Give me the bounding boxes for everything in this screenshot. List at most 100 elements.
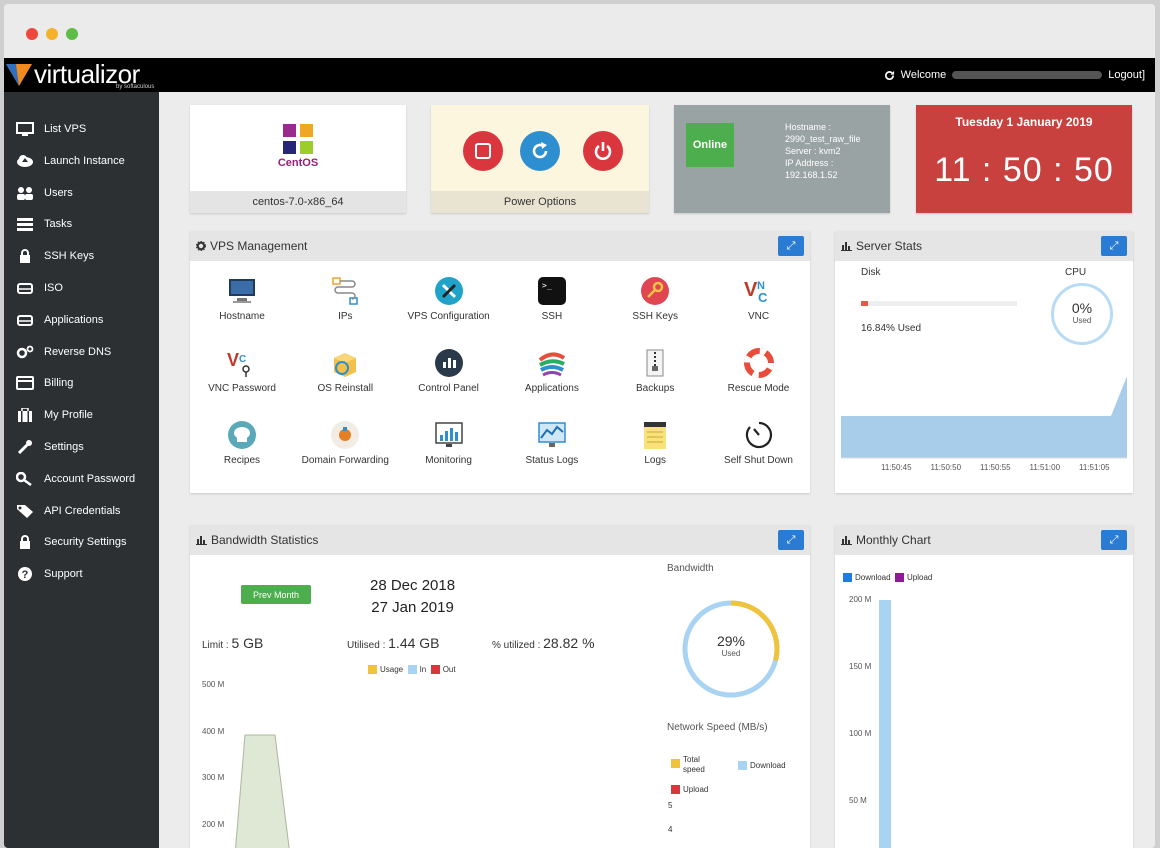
os-name: centos-7.0-x86_64	[190, 191, 406, 213]
logout-link[interactable]: Logout]	[1108, 69, 1145, 81]
vps-item-rescue-mode[interactable]: Rescue Mode	[707, 347, 811, 394]
vps-item-os-reinstall[interactable]: OS Reinstall	[293, 347, 397, 394]
expand-button[interactable]: ⤢	[1101, 236, 1127, 256]
question-icon: ?	[14, 566, 36, 582]
clock-time: 11 : 50 : 50	[934, 151, 1114, 189]
vps-item-label: VNC Password	[208, 383, 276, 394]
monitor-icon	[226, 275, 258, 307]
refresh-icon[interactable]	[884, 70, 895, 81]
sidebar-item-billing[interactable]: Billing	[14, 372, 73, 394]
vps-item-ips[interactable]: IPs	[293, 275, 397, 322]
ring-value: 29%	[716, 633, 746, 649]
monthly-chart-header: Monthly Chart	[835, 525, 1133, 555]
sidebar-item-label: API Credentials	[44, 504, 121, 517]
y-tick: 200 M	[849, 595, 872, 604]
y-tick: 150 M	[849, 662, 872, 671]
sidebar-item-label: Launch Instance	[44, 154, 125, 167]
stop-button[interactable]	[463, 131, 503, 171]
maximize-dot-icon[interactable]	[66, 28, 78, 40]
vps-item-label: Logs	[644, 455, 667, 466]
bar-chart-icon	[841, 242, 852, 251]
minimize-dot-icon[interactable]	[46, 28, 58, 40]
time-tick: 11:50:55	[980, 463, 1011, 472]
vps-item-applications[interactable]: Applications	[500, 347, 604, 394]
sidebar-item-users[interactable]: Users	[14, 182, 73, 204]
vps-item-recipes[interactable]: Recipes	[190, 419, 294, 466]
server-stats-title: Server Stats	[856, 239, 923, 253]
lock-icon	[14, 534, 36, 550]
vps-item-domain-forwarding[interactable]: Domain Forwarding	[293, 419, 397, 466]
server-info-line: IP Address :	[785, 158, 834, 168]
sidebar-item-settings[interactable]: Settings	[14, 436, 84, 458]
vps-item-hostname[interactable]: Hostname	[190, 275, 294, 322]
sidebar-item-account-password[interactable]: Account Password	[14, 468, 135, 490]
sidebar-item-applications[interactable]: Applications	[14, 309, 103, 331]
y-tick: 100 M	[849, 729, 872, 738]
vps-item-logs[interactable]: Logs	[603, 419, 707, 466]
sidebar-item-reverse-dns[interactable]: Reverse DNS	[14, 341, 111, 363]
bar-chart-icon	[196, 536, 207, 545]
vps-item-label: Monitoring	[425, 455, 472, 466]
y-tick: 50 M	[849, 796, 867, 805]
zip-icon	[639, 347, 671, 379]
cpu-ring: 0% Used	[1051, 283, 1113, 345]
notepad-icon	[639, 419, 671, 451]
vps-item-monitoring[interactable]: Monitoring	[397, 419, 501, 466]
vps-item-control-panel[interactable]: Control Panel	[397, 347, 501, 394]
expand-button[interactable]: ⤢	[1101, 530, 1127, 550]
vps-item-ssh[interactable]: >_ SSH	[500, 275, 604, 322]
vps-item-label: Rescue Mode	[727, 383, 790, 394]
bandwidth-panel: Bandwidth Statistics ⤢ Prev Month 28 Dec…	[190, 525, 810, 848]
top-bar: virtualizor by softaculous Welcome Logou…	[4, 58, 1155, 92]
vps-item-status-logs[interactable]: Status Logs	[500, 419, 604, 466]
disk-icon	[14, 312, 36, 328]
monthly-download-bar	[879, 600, 891, 848]
status-card: Online Hostname : 2990_test_raw_file Serve…	[674, 105, 890, 213]
bandwidth-header: Bandwidth Statistics	[190, 525, 810, 555]
clock-card: Tuesday 1 January 2019 11 : 50 : 50	[916, 105, 1132, 213]
restart-button[interactable]	[520, 131, 560, 171]
sidebar-item-my-profile[interactable]: My Profile	[14, 404, 93, 426]
time-tick: 11:51:00	[1029, 463, 1061, 472]
vps-item-label: Status Logs	[525, 455, 579, 466]
sidebar-item-security-settings[interactable]: Security Settings	[14, 531, 127, 553]
vps-item-backups[interactable]: Backups	[603, 347, 707, 394]
vps-item-vnc-password[interactable]: V C VNC Password	[190, 347, 294, 394]
tasks-icon	[14, 216, 36, 232]
time-tick: 11:50:50	[930, 463, 962, 472]
sidebar-item-label: My Profile	[44, 409, 93, 422]
sidebar-item-tasks[interactable]: Tasks	[14, 213, 72, 235]
card-icon	[14, 375, 36, 391]
sidebar-item-support[interactable]: ? Support	[14, 563, 83, 585]
close-dot-icon[interactable]	[26, 28, 38, 40]
sidebar-item-list-vps[interactable]: List VPS	[14, 118, 86, 140]
sidebar-item-label: SSH Keys	[44, 250, 95, 263]
sidebar-item-launch-instance[interactable]: Launch Instance	[14, 150, 125, 172]
expand-button[interactable]: ⤢	[778, 530, 804, 550]
vps-item-self-shut-down[interactable]: Self Shut Down	[707, 419, 811, 466]
expand-icon: ⤢	[1109, 239, 1119, 252]
legend-total-speed: Total speed	[683, 755, 705, 774]
expand-button[interactable]: ⤢	[778, 236, 804, 256]
status-icon	[536, 419, 568, 451]
monthly-legend: Download Upload	[843, 573, 932, 583]
title-bar	[4, 4, 1155, 58]
usage-swatch	[368, 665, 377, 675]
monthly-chart-title: Monthly Chart	[856, 533, 931, 547]
tools-icon	[433, 275, 465, 307]
power-icon	[594, 142, 612, 160]
sidebar-item-ssh-keys[interactable]: SSH Keys	[14, 245, 94, 267]
speed-legend-download: Download	[738, 761, 786, 771]
vps-item-vnc[interactable]: V N C VNC	[707, 275, 811, 322]
sidebar-item-label: Tasks	[44, 218, 73, 231]
sidebar-item-iso[interactable]: ISO	[14, 277, 63, 299]
prev-month-button[interactable]: Prev Month	[241, 585, 311, 604]
vps-item-vps-configuration[interactable]: VPS Configuration	[397, 275, 501, 322]
chef-icon	[226, 419, 258, 451]
legend-upload: Upload	[683, 785, 709, 794]
power-off-button[interactable]	[583, 131, 623, 171]
sidebar-item-api-credentials[interactable]: API Credentials	[14, 500, 120, 522]
vps-item-ssh-keys[interactable]: SSH Keys	[603, 275, 707, 322]
control-panel-icon	[433, 347, 465, 379]
bandwidth-title: Bandwidth Statistics	[211, 533, 319, 547]
